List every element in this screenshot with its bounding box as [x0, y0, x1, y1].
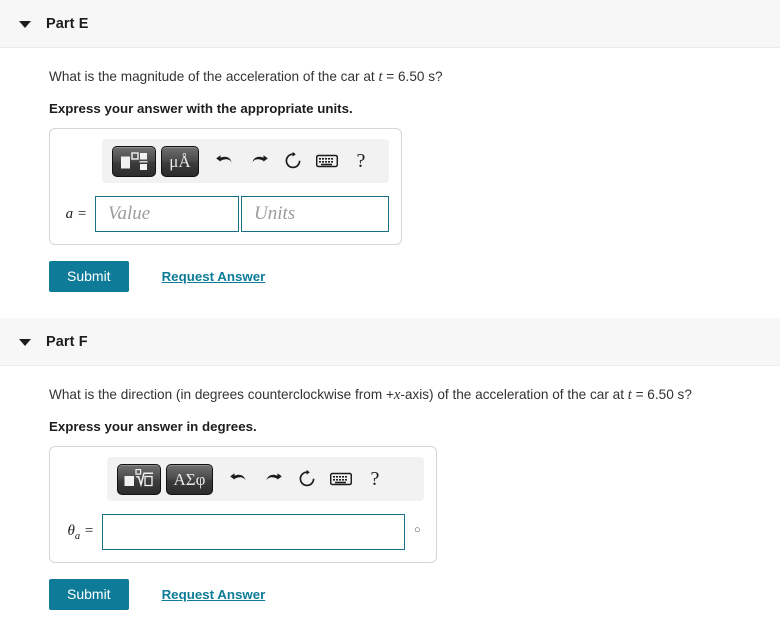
redo-icon[interactable] [256, 464, 290, 494]
undo-glyph-icon [230, 473, 246, 481]
help-icon[interactable]: ? [344, 146, 378, 176]
part-e-input-row: a = [62, 196, 389, 233]
part-f-answer-box: ΑΣφ ? θa = ○ [49, 446, 437, 564]
redo-glyph-icon [266, 473, 282, 481]
submit-button[interactable]: Submit [49, 261, 129, 293]
part-e-section: Part E What is the magnitude of the acce… [0, 0, 780, 318]
field-label-main: a [65, 205, 74, 222]
keyboard-glyph-icon [330, 472, 352, 486]
part-e-title: Part E [46, 15, 89, 32]
part-f-submit-row: Submit Request Answer [49, 579, 780, 611]
redo-glyph-icon [252, 155, 268, 163]
triangle-down-icon[interactable] [18, 335, 32, 349]
part-e-header[interactable]: Part E [0, 0, 780, 48]
units-symbol-icon[interactable]: μÅ [161, 145, 199, 177]
request-answer-link[interactable]: Request Answer [162, 587, 266, 602]
keyboard-icon[interactable] [324, 464, 358, 494]
question-text-mid: -axis) of the acceleration of the car at [400, 387, 628, 403]
undo-glyph-icon [216, 155, 232, 163]
help-label: ? [370, 468, 380, 491]
field-label-main: θ [67, 522, 75, 539]
reset-icon[interactable] [276, 146, 310, 176]
units-symbol-label: μÅ [169, 151, 191, 171]
undo-icon[interactable] [222, 464, 256, 494]
template-root-glyph-icon [124, 468, 153, 487]
undo-icon[interactable] [208, 146, 242, 176]
greek-symbol-icon[interactable]: ΑΣφ [166, 463, 213, 495]
part-e-question: What is the magnitude of the acceleratio… [49, 67, 780, 88]
part-f-question: What is the direction (in degrees counte… [49, 385, 780, 406]
theta-input[interactable] [102, 514, 405, 551]
units-input[interactable] [241, 196, 389, 233]
triangle-down-icon[interactable] [18, 17, 32, 31]
greek-symbol-label: ΑΣφ [173, 469, 206, 489]
part-f-field-label: θa = [62, 523, 102, 542]
field-label-equals: = [80, 522, 94, 539]
question-text-pre: What is the magnitude of the acceleratio… [49, 69, 379, 84]
question-text-post: = 6.50 s? [382, 69, 443, 84]
template-glyph-icon [121, 152, 148, 171]
part-e-answer-box: μÅ ? a = Value Units [49, 128, 402, 246]
submit-button[interactable]: Submit [49, 579, 129, 611]
part-f-body: What is the direction (in degrees counte… [0, 385, 780, 611]
part-f-instruction: Express your answer in degrees. [49, 419, 257, 435]
reset-icon[interactable] [290, 464, 324, 494]
math-template-root-icon[interactable] [117, 463, 161, 495]
part-f-math-toolbar: ΑΣφ ? [107, 457, 424, 502]
part-f-input-row: θa = ○ [62, 514, 424, 551]
keyboard-icon[interactable] [310, 146, 344, 176]
question-text-post: = 6.50 s? [631, 387, 692, 403]
part-e-submit-row: Submit Request Answer [49, 261, 780, 293]
math-template-icon[interactable] [112, 145, 156, 177]
part-f-section: Part F What is the direction (in degrees… [0, 318, 780, 620]
question-text-pre: What is the direction (in degrees counte… [49, 387, 394, 403]
part-e-body: What is the magnitude of the acceleratio… [0, 67, 780, 293]
degree-unit-label: ○ [414, 524, 421, 537]
part-e-field-label: a = [62, 206, 95, 223]
request-answer-link[interactable]: Request Answer [162, 269, 266, 284]
value-input[interactable] [95, 196, 239, 233]
help-label: ? [356, 150, 366, 173]
reset-glyph-icon [299, 469, 315, 487]
field-label-equals: = [73, 205, 87, 222]
redo-icon[interactable] [242, 146, 276, 176]
part-e-instruction: Express your answer with the appropriate… [49, 101, 353, 117]
part-e-math-toolbar: μÅ ? [102, 139, 389, 184]
reset-glyph-icon [285, 151, 301, 169]
help-icon[interactable]: ? [358, 464, 392, 494]
keyboard-glyph-icon [316, 154, 338, 168]
part-f-title: Part F [46, 333, 88, 350]
part-f-header[interactable]: Part F [0, 318, 780, 367]
